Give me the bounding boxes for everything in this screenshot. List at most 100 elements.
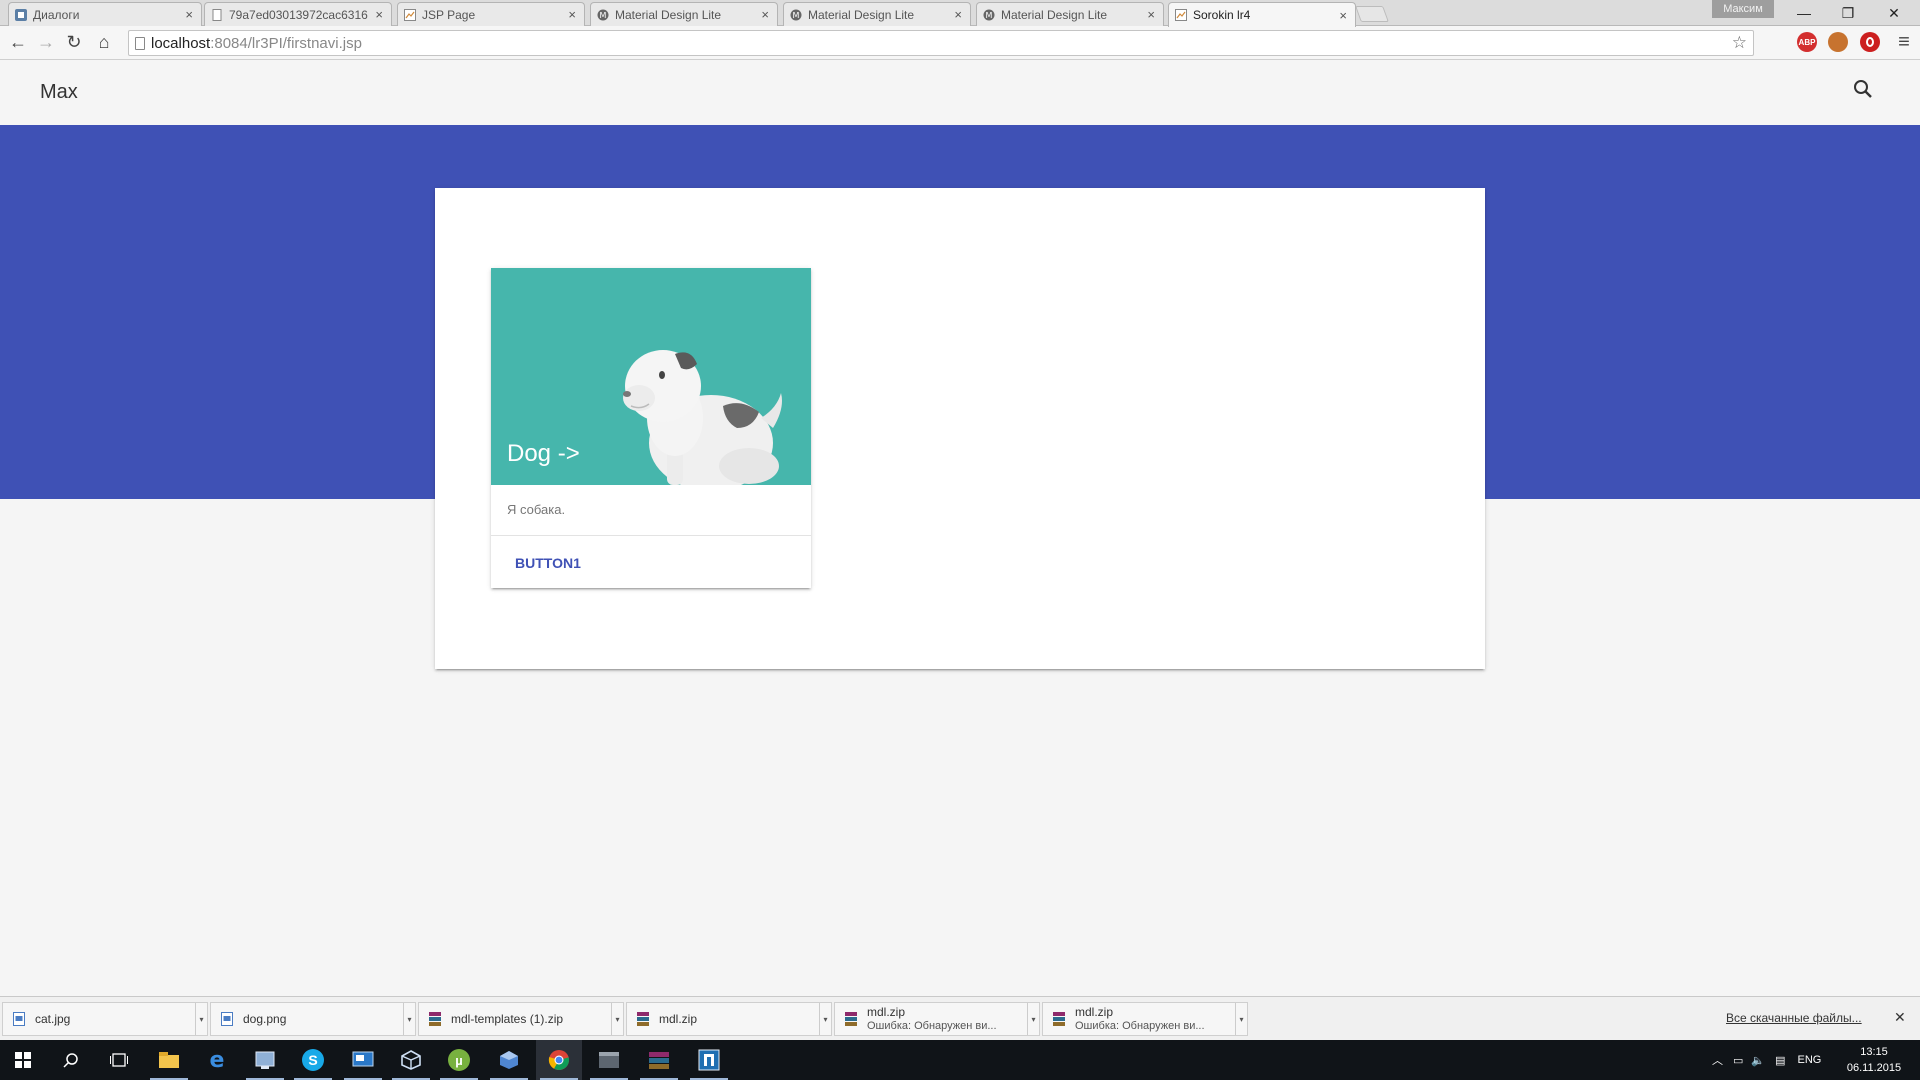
profile-button[interactable]: Максим — [1712, 0, 1774, 18]
opera-icon[interactable] — [1860, 32, 1880, 52]
download-name: mdl.zip Ошибка: Обнаружен ви... — [867, 1005, 1027, 1033]
download-item[interactable]: mdl.zip ▾ — [626, 1002, 832, 1036]
language-indicator[interactable]: ENG — [1798, 1054, 1822, 1066]
search-icon[interactable] — [48, 1040, 94, 1080]
file-explorer-icon[interactable] — [146, 1040, 192, 1080]
chrome-icon[interactable] — [536, 1040, 582, 1080]
tab-close-icon[interactable]: × — [568, 7, 576, 22]
reload-icon[interactable]: ↻ — [62, 30, 86, 54]
download-menu-icon[interactable]: ▾ — [1235, 1003, 1247, 1035]
tab-mdl-1[interactable]: M Material Design Lite × — [590, 2, 778, 26]
page-info-icon[interactable] — [135, 37, 145, 50]
browser-toolbar: ← → ↻ ⌂ localhost:8084/lr3PI/firstnavi.j… — [0, 26, 1920, 60]
archive-file-icon — [429, 1012, 441, 1026]
dog-card: Dog -> Я собака. BUTTON1 — [491, 268, 811, 588]
menu-icon[interactable]: ≡ — [1892, 30, 1916, 54]
tab-close-icon[interactable]: × — [185, 7, 193, 22]
edge-icon[interactable]: e — [194, 1040, 240, 1080]
download-status: Ошибка: Обнаружен ви... — [1075, 1020, 1205, 1032]
new-tab-button[interactable] — [1355, 6, 1389, 22]
download-menu-icon[interactable]: ▾ — [819, 1003, 831, 1035]
tab-jsp-page[interactable]: JSP Page × — [397, 2, 585, 26]
windows-start-icon[interactable] — [0, 1040, 46, 1080]
download-item[interactable]: mdl.zip Ошибка: Обнаружен ви... ▾ — [834, 1002, 1040, 1036]
tab-label: 79a7ed03013972cac6316 — [229, 7, 368, 22]
media-app-icon[interactable] — [586, 1040, 632, 1080]
extension-icon[interactable] — [1828, 32, 1848, 52]
taskbar: e S µ ︿ ▭ 🔈 ▤ ENG 13:15 06.11.2015 — [0, 1040, 1920, 1080]
archive-file-icon — [637, 1012, 649, 1026]
tab-close-icon[interactable]: × — [954, 7, 962, 22]
tab-close-icon[interactable]: × — [1147, 7, 1155, 22]
clock[interactable]: 13:15 06.11.2015 — [1844, 1044, 1904, 1076]
home-icon[interactable]: ⌂ — [92, 30, 116, 54]
content-card: Dog -> Я собака. BUTTON1 — [435, 188, 1485, 669]
tab-strip: Диалоги × 79a7ed03013972cac6316 × JSP Pa… — [0, 0, 1920, 27]
tab-mdl-3[interactable]: M Material Design Lite × — [976, 2, 1164, 26]
download-menu-icon[interactable]: ▾ — [403, 1003, 415, 1035]
adblock-plus-icon[interactable]: ABP — [1797, 32, 1817, 52]
button1[interactable]: BUTTON1 — [499, 546, 597, 580]
url-host: localhost — [151, 34, 211, 52]
tab-sorokin[interactable]: Sorokin lr4 × — [1168, 2, 1356, 27]
task-view-icon[interactable] — [96, 1040, 142, 1080]
tab-close-icon[interactable]: × — [761, 7, 769, 22]
archive-file-icon — [845, 1012, 857, 1026]
download-item[interactable]: dog.png ▾ — [210, 1002, 416, 1036]
address-bar[interactable]: localhost:8084/lr3PI/firstnavi.jsp ☆ — [128, 30, 1754, 56]
winrar-icon[interactable] — [636, 1040, 682, 1080]
download-item[interactable]: mdl.zip Ошибка: Обнаружен ви... ▾ — [1042, 1002, 1248, 1036]
bookmark-star-icon[interactable]: ☆ — [1732, 33, 1747, 53]
vk-favicon-icon — [15, 8, 27, 21]
tab-dialogs[interactable]: Диалоги × — [8, 2, 202, 26]
svg-text:M: M — [793, 11, 800, 20]
action-center-icon[interactable]: ▤ — [1775, 1054, 1785, 1067]
netbeans-icon[interactable] — [686, 1040, 732, 1080]
app-icon[interactable] — [242, 1040, 288, 1080]
archive-file-icon — [1053, 1012, 1065, 1026]
download-filename: mdl.zip — [1075, 1005, 1114, 1019]
virtualbox-icon[interactable] — [388, 1040, 434, 1080]
download-item[interactable]: mdl-templates (1).zip ▾ — [418, 1002, 624, 1036]
minimize-icon[interactable]: — — [1782, 0, 1826, 26]
download-name: mdl-templates (1).zip — [451, 1012, 564, 1026]
mdl-favicon-icon: M — [597, 9, 609, 21]
tab-label: Material Design Lite — [808, 7, 915, 22]
search-icon[interactable] — [1851, 77, 1875, 101]
shelf-close-icon[interactable]: ✕ — [1894, 1009, 1906, 1026]
utorrent-icon[interactable]: µ — [436, 1040, 482, 1080]
download-name: mdl.zip Ошибка: Обнаружен ви... — [1075, 1005, 1235, 1033]
mdl-favicon-icon: M — [983, 9, 995, 21]
mdl-favicon-icon: M — [790, 9, 802, 21]
download-name: cat.jpg — [35, 1012, 71, 1026]
tray-chevron-icon[interactable]: ︿ — [1712, 1052, 1723, 1068]
skype-icon[interactable]: S — [290, 1040, 336, 1080]
forward-icon[interactable]: → — [34, 30, 58, 54]
tab-label: Material Design Lite — [1001, 7, 1108, 22]
download-menu-icon[interactable]: ▾ — [195, 1003, 207, 1035]
card-title: Dog -> — [507, 440, 580, 467]
download-menu-icon[interactable]: ▾ — [611, 1003, 623, 1035]
show-all-downloads-link[interactable]: Все скачанные файлы... — [1726, 1011, 1862, 1025]
tab-close-icon[interactable]: × — [1339, 8, 1347, 23]
tab-hash[interactable]: 79a7ed03013972cac6316 × — [204, 2, 392, 26]
image-favicon-icon — [1175, 9, 1187, 21]
volume-icon[interactable]: 🔈 — [1751, 1054, 1765, 1067]
tab-close-icon[interactable]: × — [375, 7, 383, 22]
system-tray: ︿ ▭ 🔈 ▤ ENG — [1712, 1040, 1821, 1080]
card-actions: BUTTON1 — [491, 535, 811, 588]
network-icon[interactable]: ▭ — [1733, 1054, 1743, 1067]
svg-text:M: M — [600, 11, 607, 20]
download-item[interactable]: cat.jpg ▾ — [2, 1002, 208, 1036]
tab-label: JSP Page — [422, 7, 476, 22]
tab-mdl-2[interactable]: M Material Design Lite × — [783, 2, 971, 26]
display-app-icon[interactable] — [340, 1040, 386, 1080]
window-close-icon[interactable]: ✕ — [1872, 0, 1916, 26]
download-menu-icon[interactable]: ▾ — [1027, 1003, 1039, 1035]
back-icon[interactable]: ← — [6, 30, 30, 54]
clock-date: 06.11.2015 — [1846, 1062, 1902, 1074]
download-status: Ошибка: Обнаружен ви... — [867, 1020, 997, 1032]
cube-app-icon[interactable] — [486, 1040, 532, 1080]
image-file-icon — [13, 1012, 25, 1026]
restore-icon[interactable]: ❐ — [1826, 0, 1870, 26]
